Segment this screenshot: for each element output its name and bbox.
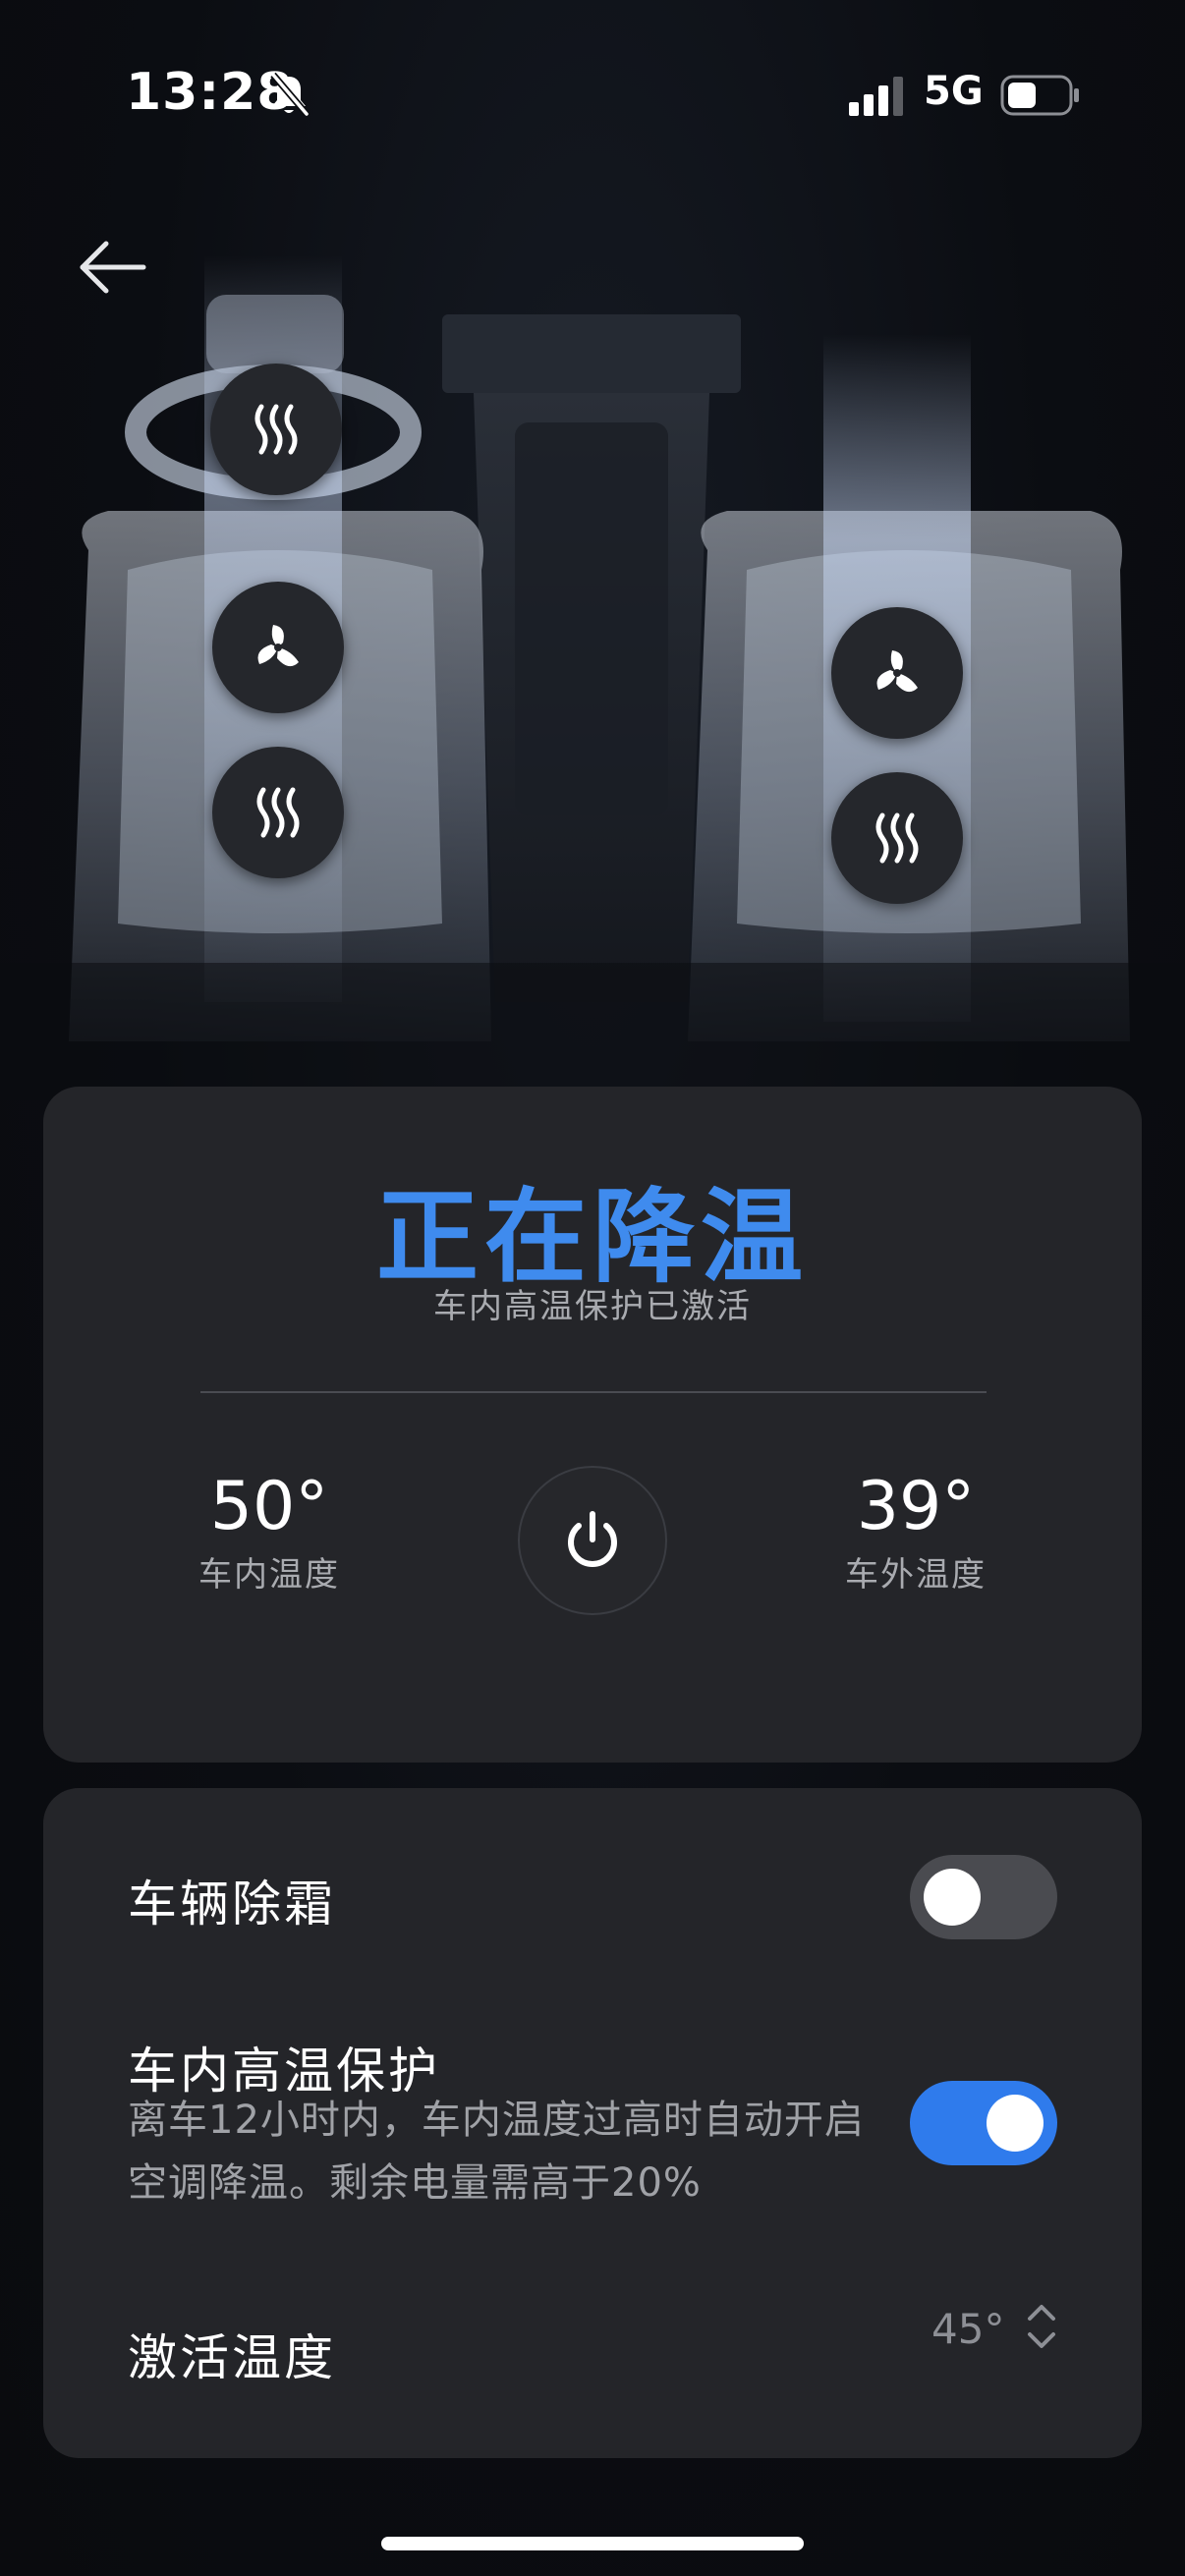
arrow-left-icon xyxy=(80,241,146,294)
outside-temp-block: 39° 车外温度 xyxy=(808,1468,1024,1596)
fan-icon xyxy=(257,625,299,667)
inside-temp-value: 50° xyxy=(209,1468,329,1545)
network-label: 5G xyxy=(924,69,984,114)
bell-muted-icon xyxy=(270,72,310,117)
activation-temp-value[interactable]: 45° xyxy=(931,2305,1004,2353)
home-indicator xyxy=(381,2537,804,2550)
heat-protect-toggle[interactable] xyxy=(910,2081,1057,2165)
left-seat-vent-button[interactable] xyxy=(212,582,344,713)
signal-icon xyxy=(849,77,903,116)
cooling-status-card: 正在降温 车内高温保护已激活 50° 车内温度 39° 车外温度 xyxy=(43,1087,1142,1763)
fan-icon xyxy=(876,650,918,693)
status-bar: 13:28 5G xyxy=(0,0,1185,196)
heat-waves-icon xyxy=(875,812,919,864)
power-icon xyxy=(568,1511,617,1567)
defrost-label: 车辆除霜 xyxy=(128,1876,336,1932)
chevron-up-down-icon[interactable] xyxy=(1022,2297,1061,2356)
toggle-knob xyxy=(987,2095,1044,2152)
steering-heat-button[interactable] xyxy=(210,364,342,495)
settings-card: 车辆除霜 车内高温保护 离车12小时内，车内温度过高时自动开启空调降温。剩余电量… xyxy=(43,1788,1142,2458)
right-seat-heat-button[interactable] xyxy=(831,772,963,904)
defrost-toggle[interactable] xyxy=(910,1855,1057,1939)
divider xyxy=(200,1391,987,1393)
inside-temp-label: 车内温度 xyxy=(198,1555,340,1595)
battery-icon xyxy=(1000,75,1079,116)
right-seat-vent-button[interactable] xyxy=(831,607,963,739)
heat-waves-icon xyxy=(256,787,300,838)
toggle-knob xyxy=(924,1869,981,1926)
status-subtitle: 车内高温保护已激活 xyxy=(433,1287,752,1326)
left-seat-heat-button[interactable] xyxy=(212,747,344,878)
outside-temp-value: 39° xyxy=(856,1468,976,1545)
outside-temp-label: 车外温度 xyxy=(845,1555,987,1595)
activation-temp-label: 激活温度 xyxy=(128,2329,336,2386)
back-button[interactable] xyxy=(73,228,151,307)
inside-temp-block: 50° 车内温度 xyxy=(161,1468,377,1596)
heat-protect-description: 离车12小时内，车内温度过高时自动开启空调降温。剩余电量需高于20% xyxy=(128,2098,865,2206)
car-interior-illustration xyxy=(0,255,1185,1100)
app-root: 13:28 5G 正在降温 车内高温保护已激活 50° 车内温度 39° 车外温… xyxy=(0,0,1185,2576)
power-button[interactable] xyxy=(518,1466,667,1615)
heat-waves-icon xyxy=(254,404,298,455)
